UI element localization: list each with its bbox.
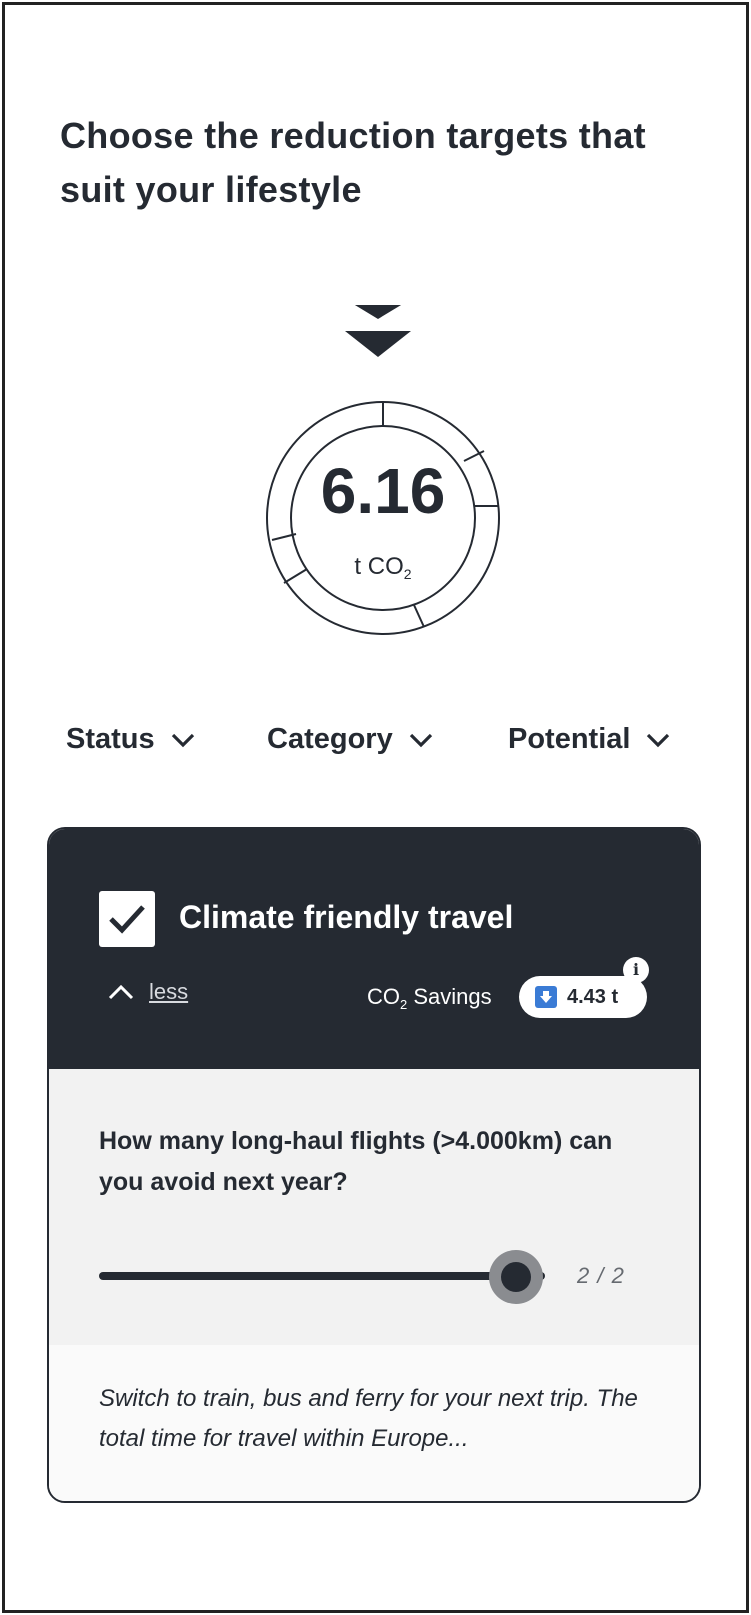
- target-checkbox[interactable]: [99, 891, 155, 947]
- card-header: Climate friendly travel less CO2 Savings…: [49, 829, 699, 1069]
- filter-potential-label: Potential: [508, 723, 631, 755]
- card-title: Climate friendly travel: [179, 899, 514, 935]
- chevron-down-icon: [409, 733, 432, 747]
- double-chevron-down-icon: [345, 305, 411, 357]
- page-title: Choose the reduction targets that suit y…: [60, 115, 646, 210]
- filter-potential-dropdown[interactable]: Potential: [508, 723, 672, 756]
- reduction-target-card: Climate friendly travel less CO2 Savings…: [47, 827, 701, 1503]
- co2-savings-value: 4.43 t: [567, 985, 619, 1008]
- slider-count: 2 / 2: [577, 1263, 625, 1288]
- slider-thumb[interactable]: [501, 1262, 531, 1292]
- chevron-down-icon: [647, 733, 670, 747]
- arrow-down-icon: [535, 986, 557, 1008]
- less-toggle[interactable]: less: [107, 979, 188, 1005]
- filter-category-label: Category: [267, 723, 393, 755]
- checkmark-icon: [109, 905, 145, 934]
- co2-unit-label: t CO2: [354, 553, 412, 582]
- filter-status-dropdown[interactable]: Status: [66, 723, 197, 756]
- chevron-up-icon: [108, 984, 134, 1000]
- chevron-down-icon: [171, 733, 194, 747]
- info-icon[interactable]: i: [623, 957, 649, 983]
- slider-track: [99, 1272, 545, 1280]
- question-section: How many long-haul flights (>4.000km) ca…: [49, 1069, 699, 1345]
- filter-category-dropdown[interactable]: Category: [267, 723, 435, 756]
- app-frame: Choose the reduction targets that suit y…: [2, 2, 749, 1613]
- filter-bar: Status Category Potential: [60, 723, 710, 767]
- filter-status-label: Status: [66, 723, 155, 755]
- co2-savings-label: CO2 Savings: [367, 984, 492, 1012]
- less-label: less: [149, 979, 189, 1004]
- co2-total-value: 6.16: [320, 455, 446, 527]
- co2-savings-badge[interactable]: 4.43 t: [519, 976, 647, 1018]
- description-section: Switch to train, bus and ferry for your …: [49, 1345, 699, 1501]
- flights-slider[interactable]: [99, 1247, 545, 1307]
- question-text: How many long-haul flights (>4.000km) ca…: [99, 1127, 613, 1196]
- target-description: Switch to train, bus and ferry for your …: [99, 1385, 638, 1452]
